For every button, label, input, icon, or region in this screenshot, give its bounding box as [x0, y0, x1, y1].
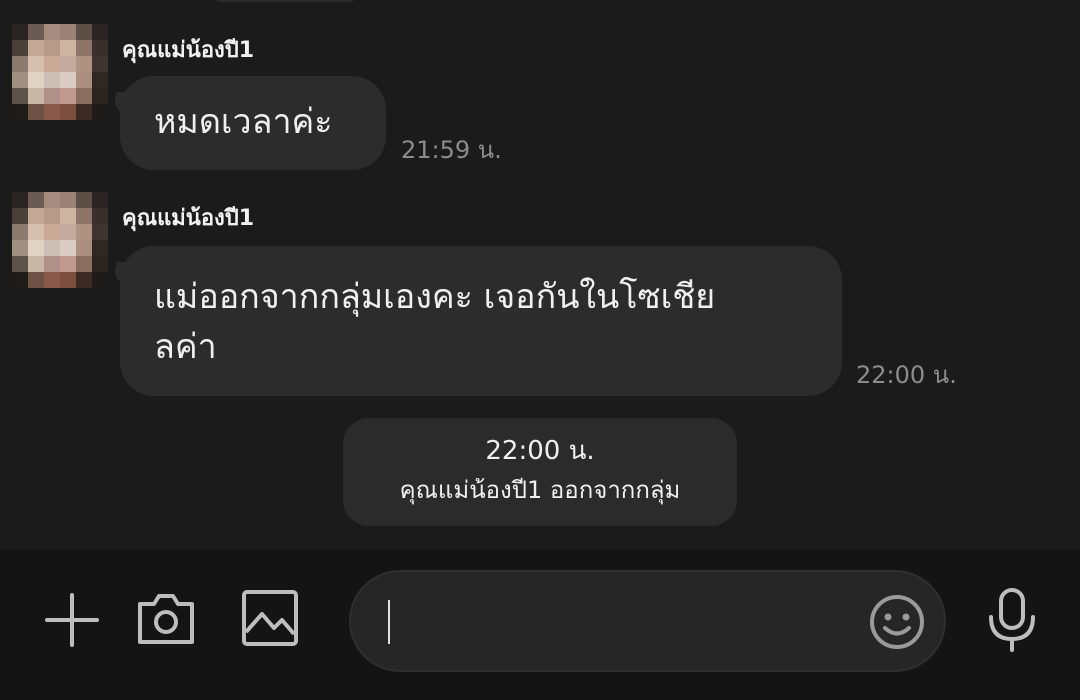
emoji-icon[interactable] — [867, 592, 927, 652]
system-notice: 22:00 น. คุณแม่น้องปี1 ออกจากกลุ่ม — [343, 418, 737, 526]
message-bubble[interactable]: หมดเวลาค่ะ — [120, 76, 386, 170]
microphone-icon[interactable] — [980, 584, 1044, 656]
message-input-bar — [0, 550, 1080, 700]
message-timestamp: 21:59 น. — [401, 136, 502, 164]
system-notice-text: คุณแม่น้องปี1 ออกจากกลุ่ม — [399, 476, 681, 504]
plus-icon[interactable] — [40, 588, 104, 652]
message-input[interactable] — [349, 570, 946, 672]
camera-icon[interactable] — [132, 586, 200, 650]
chat-area[interactable]: คุณแม่น้องปี1 หมดเวลาค่ะ 21:59 น. คุณแม่… — [0, 0, 1080, 550]
sender-name[interactable]: คุณแม่น้องปี1 — [122, 32, 254, 67]
avatar[interactable] — [12, 24, 108, 120]
message-bubble[interactable]: แม่ออกจากกลุ่มเองคะ เจอกันในโซเชีย ลค่า — [120, 246, 842, 396]
avatar[interactable] — [12, 192, 108, 288]
message-timestamp: 22:00 น. — [856, 361, 957, 389]
sender-name[interactable]: คุณแม่น้องปี1 — [122, 200, 254, 235]
system-notice-time: 22:00 น. — [485, 436, 595, 466]
image-icon[interactable] — [238, 586, 302, 650]
message-text-line-2: ลค่า — [154, 327, 217, 367]
message-text-line-1: แม่ออกจากกลุ่มเองคะ เจอกันในโซเชีย — [154, 277, 716, 317]
message-text: หมดเวลาค่ะ — [154, 102, 333, 142]
text-caret — [388, 600, 390, 644]
previous-message-bubble — [210, 0, 360, 2]
